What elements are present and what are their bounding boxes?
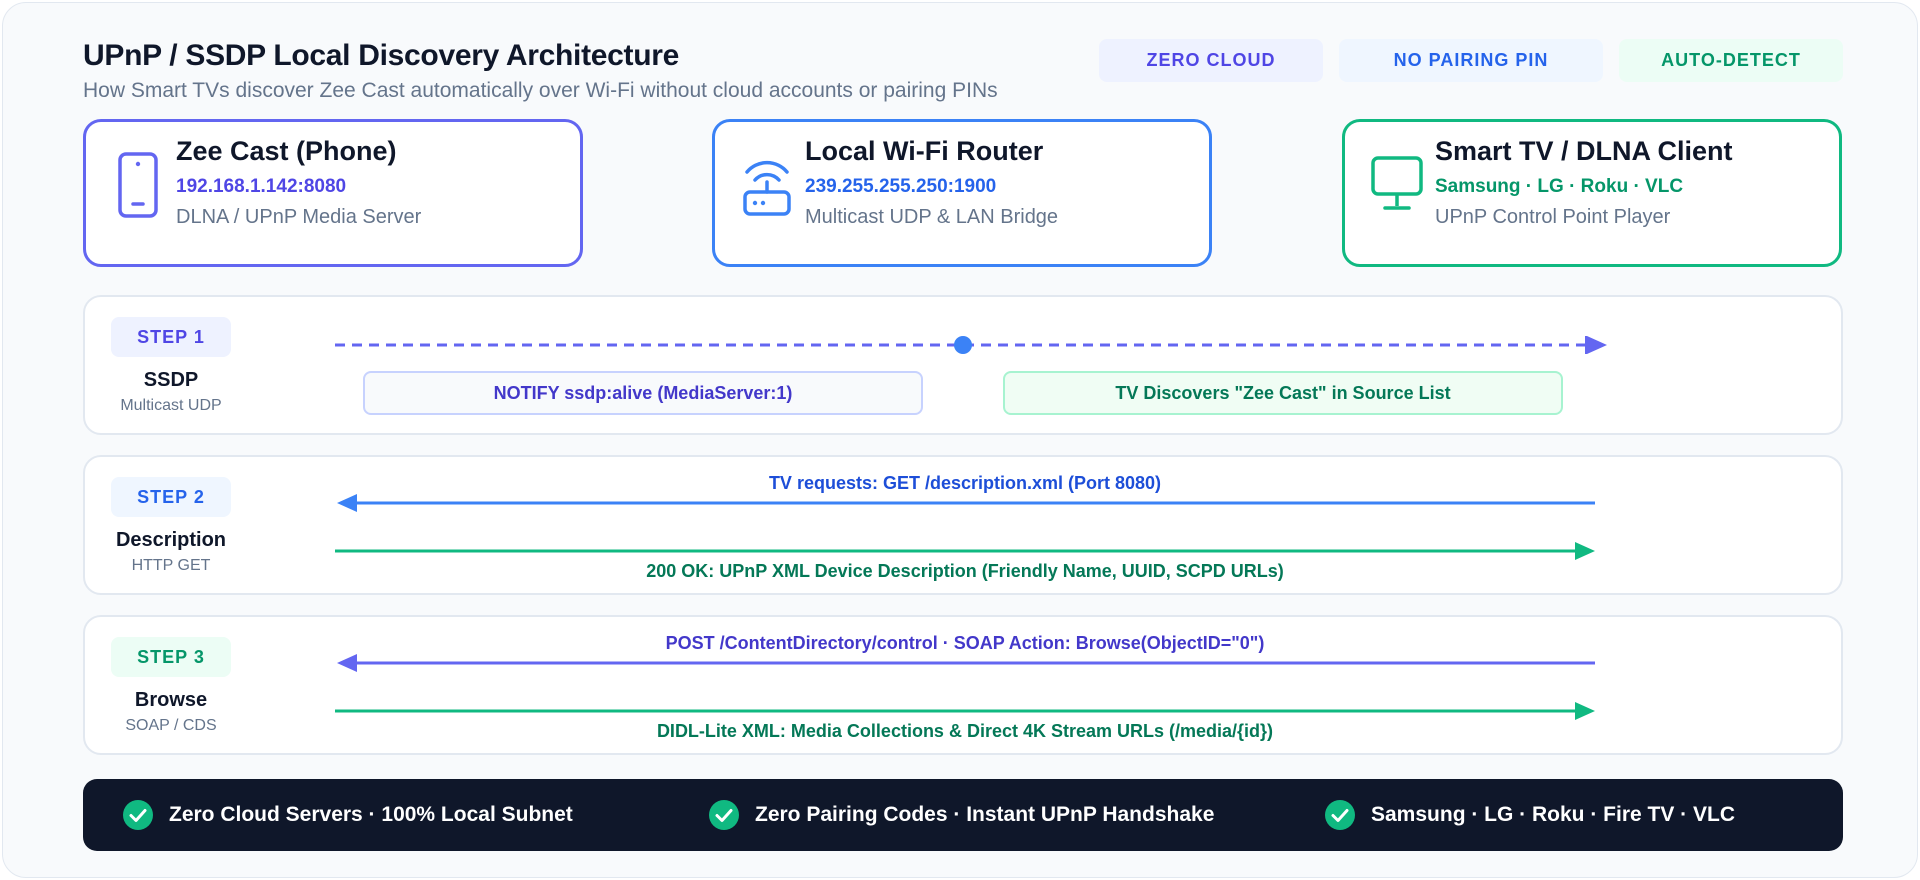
check-circle-icon (1325, 800, 1355, 830)
footer-label: Samsung · LG · Roku · Fire TV · VLC (1371, 803, 1736, 826)
footer-item-zero-cloud: Zero Cloud Servers · 100% Local Subnet (123, 779, 573, 851)
page-subtitle: How Smart TVs discover Zee Cast automati… (83, 79, 998, 102)
node-tv-name: Smart TV / DLNA Client (1435, 136, 1733, 166)
step-3-panel: STEP 3 Browse SOAP / CDS POST /ContentDi… (83, 615, 1843, 755)
node-tv-platforms: Samsung · LG · Roku · VLC (1435, 176, 1684, 197)
request-arrow-head (337, 494, 357, 512)
router-relay-dot (954, 336, 972, 354)
check-circle-icon (709, 800, 739, 830)
node-router: Local Wi-Fi Router 239.255.255.250:1900 … (712, 119, 1212, 267)
tag-auto-detect: AUTO-DETECT (1619, 39, 1843, 82)
footer-label: Zero Pairing Codes · Instant UPnP Handsh… (755, 803, 1215, 826)
response-arrow-head (1575, 702, 1595, 720)
node-phone-name: Zee Cast (Phone) (176, 136, 397, 166)
response-arrow-head (1575, 542, 1595, 560)
step-2-request-label: TV requests: GET /description.xml (Port … (768, 473, 1162, 493)
step-1-arrows (335, 336, 1607, 354)
tag-zero-cloud: ZERO CLOUD (1099, 39, 1323, 82)
node-router-role: Multicast UDP & LAN Bridge (805, 206, 1059, 228)
step-2-response-label: 200 OK: UPnP XML Device Description (Fri… (646, 561, 1284, 581)
node-router-name: Local Wi-Fi Router (805, 136, 1044, 166)
page-title: UPnP / SSDP Local Discovery Architecture (83, 39, 680, 72)
discovery-result-box: TV Discovers "Zee Cast" in Source List (1003, 371, 1563, 415)
node-phone-role: DLNA / UPnP Media Server (176, 206, 422, 228)
router-icon (743, 160, 791, 216)
monitor-icon (1371, 156, 1423, 210)
node-tv: Smart TV / DLNA Client Samsung · LG · Ro… (1342, 119, 1842, 267)
node-tv-role: UPnP Control Point Player (1435, 206, 1671, 228)
step-3-request-label: POST /ContentDirectory/control · SOAP Ac… (665, 633, 1265, 653)
footer-label: Zero Cloud Servers · 100% Local Subnet (169, 803, 573, 826)
footer-item-zero-pairing: Zero Pairing Codes · Instant UPnP Handsh… (709, 779, 1214, 851)
notify-message-box: NOTIFY ssdp:alive (MediaServer:1) (363, 371, 923, 415)
multicast-arrow-head (1585, 336, 1607, 354)
step-2-panel: STEP 2 Description HTTP GET TV requests:… (83, 455, 1843, 595)
request-arrow-head (337, 654, 357, 672)
tag-no-pairing-pin: NO PAIRING PIN (1339, 39, 1603, 82)
check-circle-icon (123, 800, 153, 830)
smartphone-icon (118, 152, 158, 218)
node-phone: Zee Cast (Phone) 192.168.1.142:8080 DLNA… (83, 119, 583, 267)
footer-bar: Zero Cloud Servers · 100% Local Subnet Z… (83, 779, 1843, 851)
node-router-address: 239.255.255.250:1900 (805, 176, 997, 197)
footer-item-platforms: Samsung · LG · Roku · Fire TV · VLC (1325, 779, 1735, 851)
step-1-panel: STEP 1 SSDP Multicast UDP NOTIFY ssdp:al… (83, 295, 1843, 435)
step-3-response-label: DIDL-Lite XML: Media Collections & Direc… (656, 721, 1274, 741)
node-phone-address: 192.168.1.142:8080 (176, 176, 347, 197)
diagram-canvas: UPnP / SSDP Local Discovery Architecture… (2, 2, 1918, 878)
